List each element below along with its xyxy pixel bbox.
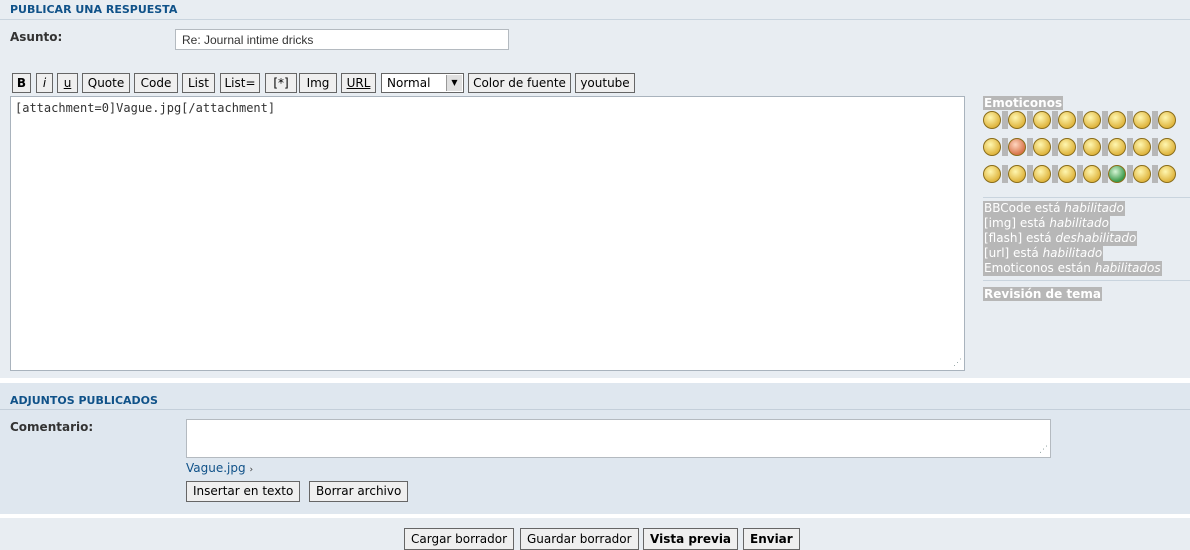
- divider: [983, 197, 1190, 198]
- message-content: [attachment=0]Vague.jpg[/attachment]: [15, 101, 276, 115]
- font-size-select[interactable]: Normal ▼: [381, 73, 464, 93]
- status-value: habilitado: [1064, 201, 1124, 215]
- topic-review-link[interactable]: Revisión de tema: [983, 287, 1102, 301]
- sad-icon[interactable]: [1058, 138, 1076, 156]
- reply-panel: PUBLICAR UNA RESPUESTA Asunto: B i u Quo…: [0, 0, 1190, 378]
- url-button[interactable]: URL: [341, 73, 376, 93]
- quote-button[interactable]: Quote: [82, 73, 130, 93]
- delete-file-button[interactable]: Borrar archivo: [309, 481, 409, 502]
- rolleyes-icon[interactable]: [1158, 138, 1176, 156]
- subject-input[interactable]: [175, 29, 509, 50]
- status-label: Emoticonos están: [984, 261, 1095, 275]
- evil-icon[interactable]: [1108, 138, 1126, 156]
- submit-button[interactable]: Enviar: [743, 528, 800, 550]
- attachments-panel: ADJUNTOS PUBLICADOS Comentario: ⋰ Vague.…: [0, 383, 1190, 514]
- laugh-icon[interactable]: [1008, 111, 1026, 129]
- actions-panel: Cargar borrador Guardar borrador Vista p…: [0, 518, 1190, 550]
- exclaim-icon[interactable]: [983, 165, 1001, 183]
- surprised-icon[interactable]: [1083, 111, 1101, 129]
- geek-icon[interactable]: [1133, 165, 1151, 183]
- arrow-icon[interactable]: [1058, 165, 1076, 183]
- status-value: deshabilitado: [1055, 231, 1137, 245]
- mad-icon[interactable]: [1008, 138, 1026, 156]
- list-item-button[interactable]: [*]: [265, 73, 297, 93]
- divider: [0, 409, 1190, 410]
- neutral-icon[interactable]: [1083, 138, 1101, 156]
- youtube-button[interactable]: youtube: [575, 73, 635, 93]
- status-line: [url] está habilitado: [983, 246, 1104, 261]
- comment-label: Comentario:: [10, 420, 94, 434]
- resize-grip-icon[interactable]: ⋰: [952, 358, 962, 368]
- grin-icon[interactable]: [983, 111, 1001, 129]
- confused-icon[interactable]: [1083, 165, 1101, 183]
- img-button[interactable]: Img: [299, 73, 337, 93]
- preview-button[interactable]: Vista previa: [643, 528, 739, 550]
- italic-button[interactable]: i: [36, 73, 53, 93]
- status-value: habilitado: [1049, 216, 1109, 230]
- arrow-right-icon: ›: [249, 465, 254, 475]
- resize-grip-icon[interactable]: ⋰: [1038, 445, 1048, 455]
- status-label: [img] está: [984, 216, 1050, 230]
- cool-icon[interactable]: [1158, 111, 1176, 129]
- insert-in-text-button[interactable]: Insertar en texto: [186, 481, 301, 502]
- status-line: Emoticonos están habilitados: [983, 261, 1162, 276]
- section-title-attachments: ADJUNTOS PUBLICADOS: [10, 394, 158, 407]
- twisted-icon[interactable]: [1133, 138, 1151, 156]
- status-label: [flash] está: [984, 231, 1056, 245]
- status-label: BBCode está: [984, 201, 1065, 215]
- idea-icon[interactable]: [1033, 165, 1051, 183]
- status-line: [img] está habilitado: [983, 216, 1110, 231]
- message-textarea[interactable]: [attachment=0]Vague.jpg[/attachment] ⋰: [10, 96, 965, 371]
- smile-icon[interactable]: [1033, 111, 1051, 129]
- happy-icon[interactable]: [983, 138, 1001, 156]
- font-color-button[interactable]: Color de fuente: [468, 73, 571, 93]
- divider: [0, 19, 1190, 20]
- comment-textarea[interactable]: ⋰: [186, 419, 1051, 458]
- eek-icon[interactable]: [1108, 111, 1126, 129]
- load-draft-button[interactable]: Cargar borrador: [404, 528, 515, 550]
- underline-button[interactable]: u: [57, 73, 78, 93]
- shock-icon[interactable]: [1133, 111, 1151, 129]
- subject-label: Asunto:: [10, 30, 63, 44]
- attachment-file-name: Vague.jpg: [186, 461, 246, 475]
- section-title-reply: PUBLICAR UNA RESPUESTA: [10, 3, 178, 16]
- save-draft-button[interactable]: Guardar borrador: [520, 528, 639, 550]
- divider: [983, 280, 1190, 281]
- wink-icon[interactable]: [1058, 111, 1076, 129]
- status-value: habilitados: [1094, 261, 1161, 275]
- status-label: [url] está: [984, 246, 1043, 260]
- list-button[interactable]: List: [182, 73, 215, 93]
- tongue-icon[interactable]: [1033, 138, 1051, 156]
- chevron-down-icon: ▼: [446, 75, 462, 91]
- emoticons-title: Emoticonos: [983, 96, 1064, 110]
- status-line: BBCode está habilitado: [983, 201, 1125, 216]
- bold-button[interactable]: B: [12, 73, 31, 93]
- attachment-file-link[interactable]: Vague.jpg ›: [186, 461, 253, 475]
- code-button[interactable]: Code: [134, 73, 178, 93]
- green-icon[interactable]: [1108, 165, 1126, 183]
- font-size-selected: Normal: [387, 76, 431, 90]
- status-value: habilitado: [1042, 246, 1103, 260]
- status-line: [flash] está deshabilitado: [983, 231, 1138, 246]
- list-numbered-button[interactable]: List=: [220, 73, 260, 93]
- uber-geek-icon[interactable]: [1158, 165, 1176, 183]
- question-icon[interactable]: [1008, 165, 1026, 183]
